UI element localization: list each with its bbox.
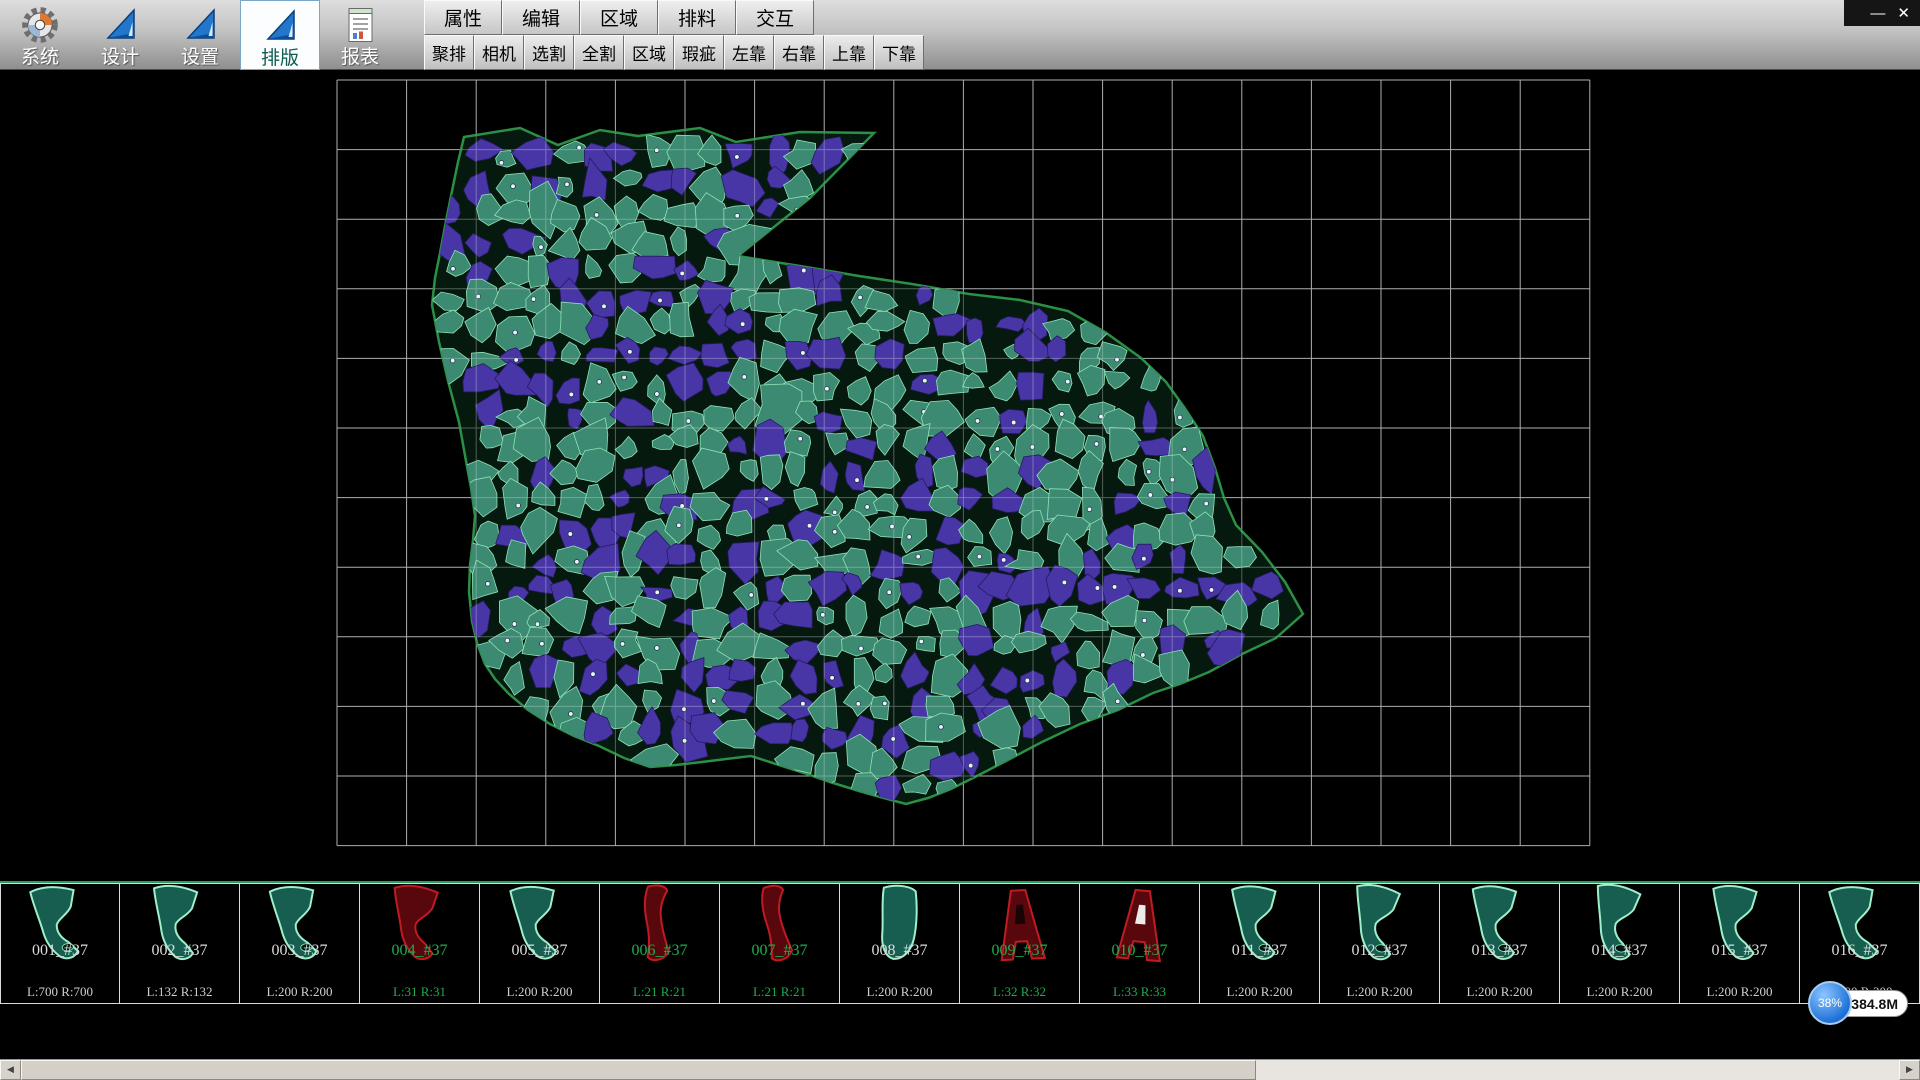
piece-lr-values: L:200 R:200: [1320, 984, 1439, 1000]
scroll-right-arrow-icon[interactable]: ▶: [1899, 1060, 1920, 1080]
menu-nesting[interactable]: 排料: [658, 0, 736, 35]
thumbnail-015_#37[interactable]: 015_#37 L:200 R:200: [1680, 883, 1800, 1004]
toolbar: 系统设计设置排版报表 属性编辑区域排料交互 聚排相机选割全割区域瑕疵左靠右靠上靠…: [0, 0, 1920, 70]
thumbnail-007_#37[interactable]: 007_#37 L:21 R:21: [720, 883, 840, 1004]
app-tab-design[interactable]: 设计: [80, 0, 160, 70]
piece-id: 011_#37: [1200, 942, 1319, 960]
piece-lr-values: L:21 R:21: [720, 984, 839, 1000]
piece-id: 010_#37: [1080, 942, 1199, 960]
thumbnail-011_#37[interactable]: 011_#37 L:200 R:200: [1200, 883, 1320, 1004]
app-tab-report[interactable]: 报表: [320, 0, 400, 70]
tool-snap-right[interactable]: 右靠: [774, 35, 824, 70]
app-tab-settings[interactable]: 设置: [160, 0, 240, 70]
piece-lr-values: L:200 R:200: [240, 984, 359, 1000]
tool-cluster-nest[interactable]: 聚排: [424, 35, 474, 70]
sail-icon: [260, 3, 300, 49]
progress-value: 38%: [1818, 996, 1842, 1010]
close-button[interactable]: ✕: [1897, 6, 1910, 21]
piece-id: 006_#37: [600, 942, 719, 960]
piece-id: 012_#37: [1320, 942, 1439, 960]
tool-cut-all[interactable]: 全割: [574, 35, 624, 70]
piece-id: 002_#37: [120, 942, 239, 960]
window-controls: — ✕: [1844, 0, 1920, 26]
menu-properties[interactable]: 属性: [424, 0, 502, 35]
tool-snap-bottom[interactable]: 下靠: [874, 35, 924, 70]
tool-select-cut[interactable]: 选割: [524, 35, 574, 70]
piece-lr-values: L:200 R:200: [480, 984, 599, 1000]
piece-lr-values: L:700 R:700: [1, 984, 119, 1000]
scroll-thumb[interactable]: [21, 1060, 1256, 1080]
horizontal-scrollbar[interactable]: ◀ ▶: [0, 1059, 1920, 1080]
piece-lr-values: L:33 R:33: [1080, 984, 1199, 1000]
piece-id: 009_#37: [960, 942, 1079, 960]
piece-id: 003_#37: [240, 942, 359, 960]
piece-id: 008_#37: [840, 942, 959, 960]
thumbnail-005_#37[interactable]: 005_#37 L:200 R:200: [480, 883, 600, 1004]
piece-id: 007_#37: [720, 942, 839, 960]
piece-lr-values: L:200 R:200: [840, 984, 959, 1000]
piece-lr-values: L:200 R:200: [1200, 984, 1319, 1000]
piece-lr-values: L:200 R:200: [1560, 984, 1679, 1000]
sail-icon: [180, 2, 220, 48]
piece-id: 013_#37: [1440, 942, 1559, 960]
progress-badge: 38%: [1808, 981, 1852, 1025]
thumbnail-006_#37[interactable]: 006_#37 L:21 R:21: [600, 883, 720, 1004]
sail-icon: [100, 2, 140, 48]
piece-lr-values: L:32 R:32: [960, 984, 1079, 1000]
thumbnail-strip: 001_#37L:700 R:700002_#37L:132 R:132003_…: [0, 881, 1920, 1004]
thumbnail-014_#37[interactable]: 014_#37 L:200 R:200: [1560, 883, 1680, 1004]
app-tabs: 系统 设计 设置 排版 报表: [0, 0, 400, 70]
thumbnail-001_#37[interactable]: 001_#37 L:700 R:700: [0, 883, 120, 1004]
piece-id: 005_#37: [480, 942, 599, 960]
thumbnail-009_#37[interactable]: 009_#37 L:32 R:32: [960, 883, 1080, 1004]
gear-icon: [19, 2, 61, 48]
piece-id: 014_#37: [1560, 942, 1679, 960]
memory-value: 384.8M: [1851, 996, 1898, 1012]
tool-snap-left[interactable]: 左靠: [724, 35, 774, 70]
piece-lr-values: L:31 R:31: [360, 984, 479, 1000]
menu-edit[interactable]: 编辑: [502, 0, 580, 35]
minimize-button[interactable]: —: [1870, 6, 1885, 21]
thumbnail-008_#37[interactable]: 008_#37 L:200 R:200: [840, 883, 960, 1004]
app-label-report: 报表: [341, 48, 379, 68]
thumbnail-004_#37[interactable]: 004_#37 L:31 R:31: [360, 883, 480, 1004]
menu-row: 属性编辑区域排料交互: [424, 0, 814, 35]
piece-lr-values: L:200 R:200: [1440, 984, 1559, 1000]
application-window: 系统设计设置排版报表 属性编辑区域排料交互 聚排相机选割全割区域瑕疵左靠右靠上靠…: [0, 0, 1920, 1080]
app-tab-system[interactable]: 系统: [0, 0, 80, 70]
menu-region[interactable]: 区域: [580, 0, 658, 35]
scroll-left-arrow-icon[interactable]: ◀: [0, 1060, 21, 1080]
tool-camera[interactable]: 相机: [474, 35, 524, 70]
piece-lr-values: L:200 R:200: [1680, 984, 1799, 1000]
thumbnail-013_#37[interactable]: 013_#37 L:200 R:200: [1440, 883, 1560, 1004]
tool-defect[interactable]: 瑕疵: [674, 35, 724, 70]
tool-region[interactable]: 区域: [624, 35, 674, 70]
app-label-settings: 设置: [181, 48, 219, 68]
app-tab-layout[interactable]: 排版: [240, 0, 320, 70]
menu-interact[interactable]: 交互: [736, 0, 814, 35]
report-icon: [340, 2, 380, 48]
piece-id: 016_#37: [1800, 942, 1919, 960]
piece-id: 015_#37: [1680, 942, 1799, 960]
tool-row: 聚排相机选割全割区域瑕疵左靠右靠上靠下靠: [424, 35, 924, 70]
thumbnail-012_#37[interactable]: 012_#37 L:200 R:200: [1320, 883, 1440, 1004]
piece-id: 001_#37: [1, 942, 119, 960]
tool-snap-top[interactable]: 上靠: [824, 35, 874, 70]
app-label-layout: 排版: [261, 49, 299, 69]
piece-lr-values: L:132 R:132: [120, 984, 239, 1000]
piece-id: 004_#37: [360, 942, 479, 960]
app-label-design: 设计: [101, 48, 139, 68]
thumbnail-010_#37[interactable]: 010_#37 L:33 R:33: [1080, 883, 1200, 1004]
app-label-system: 系统: [21, 48, 59, 68]
piece-lr-values: L:21 R:21: [600, 984, 719, 1000]
thumbnail-003_#37[interactable]: 003_#37 L:200 R:200: [240, 883, 360, 1004]
thumbnail-002_#37[interactable]: 002_#37 L:132 R:132: [120, 883, 240, 1004]
